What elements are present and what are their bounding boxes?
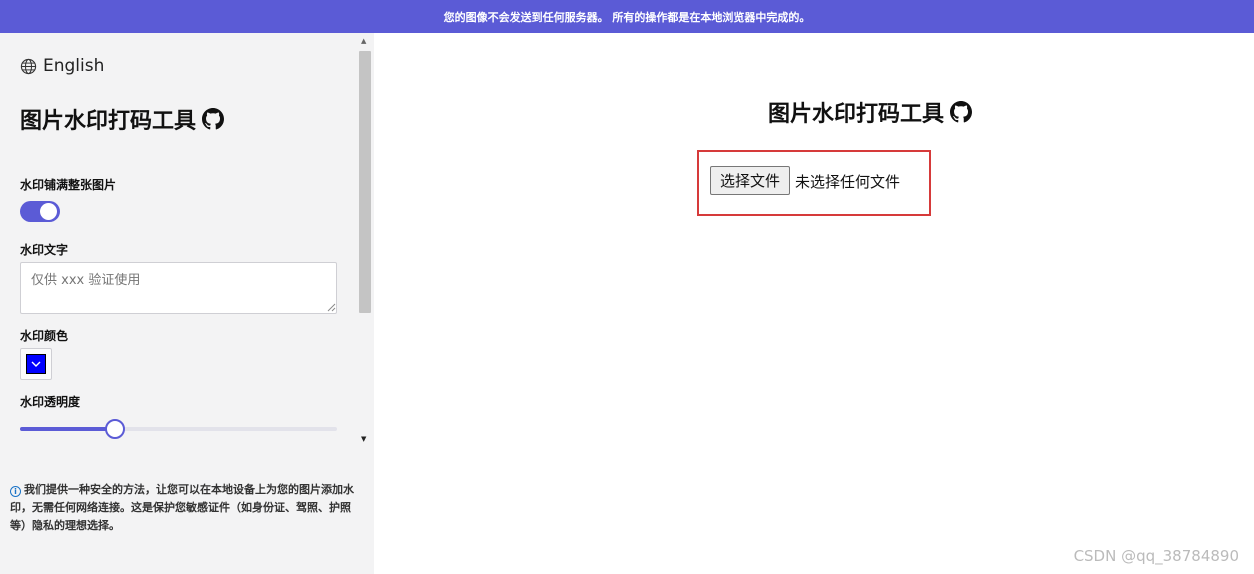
info-icon: i (10, 486, 21, 497)
fill-toggle[interactable] (20, 201, 60, 222)
text-label: 水印文字 (20, 243, 69, 257)
language-label: English (43, 56, 105, 76)
csdn-watermark: CSDN @qq_38784890 (1073, 547, 1239, 565)
page-title-text: 图片水印打码工具 (768, 102, 945, 127)
scrollbar-thumb[interactable] (359, 51, 371, 313)
color-swatch (26, 354, 46, 374)
sidebar-title: 图片水印打码工具 (20, 103, 225, 135)
fill-label: 水印铺满整张图片 (20, 178, 117, 192)
github-icon[interactable] (950, 101, 973, 123)
scroll-down-arrow-icon[interactable]: ▼ (361, 435, 366, 443)
choose-file-button[interactable]: 选择文件 (710, 166, 790, 195)
page-title: 图片水印打码工具 (768, 96, 973, 128)
scroll-up-arrow-icon[interactable]: ▲ (361, 37, 366, 45)
privacy-info-text: 我们提供一种安全的方法，让您可以在本地设备上为您的图片添加水印，无需任何网络连接… (10, 483, 354, 532)
language-switcher[interactable]: English (20, 56, 104, 76)
opacity-slider-fill (20, 427, 116, 431)
opacity-slider[interactable] (20, 419, 337, 439)
watermark-text-input[interactable] (20, 262, 337, 314)
settings-scroll-area[interactable]: English 图片水印打码工具 水印铺满整张图片 水印文字 水印颜色 (0, 37, 374, 447)
globe-icon (20, 58, 37, 74)
color-picker[interactable] (20, 348, 52, 380)
toggle-knob (40, 203, 57, 220)
privacy-banner: 您的图像不会发送到任何服务器。 所有的操作都是在本地浏览器中完成的。 (0, 0, 1254, 33)
sidebar-scrollbar[interactable]: ▲ ▼ (358, 37, 372, 449)
chevron-down-icon (31, 361, 41, 367)
file-status-text: 未选择任何文件 (795, 173, 901, 191)
color-label: 水印颜色 (20, 329, 69, 343)
opacity-label: 水印透明度 (20, 395, 81, 409)
opacity-slider-thumb[interactable] (105, 419, 126, 439)
resize-grip-icon[interactable] (326, 302, 336, 312)
privacy-banner-text: 您的图像不会发送到任何服务器。 所有的操作都是在本地浏览器中完成的。 (443, 10, 811, 24)
github-icon[interactable] (202, 108, 225, 130)
sidebar-title-text: 图片水印打码工具 (20, 109, 197, 134)
settings-sidebar: English 图片水印打码工具 水印铺满整张图片 水印文字 水印颜色 (0, 33, 374, 574)
privacy-info: i 我们提供一种安全的方法，让您可以在本地设备上为您的图片添加水印，无需任何网络连… (10, 481, 365, 535)
